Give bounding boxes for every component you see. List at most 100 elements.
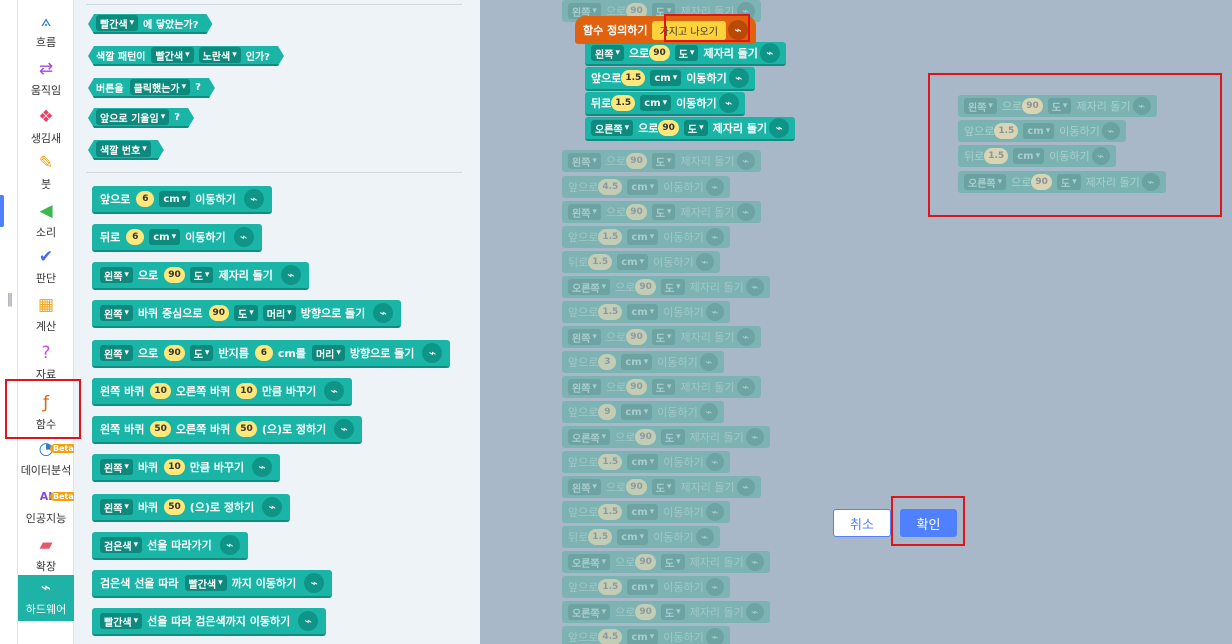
dropdown[interactable]: 도 bbox=[651, 153, 676, 169]
dropdown[interactable]: cm bbox=[627, 229, 659, 245]
dropdown[interactable]: 도 bbox=[651, 379, 676, 395]
judge-block[interactable]: 색깔 번호 bbox=[88, 140, 164, 160]
dropdown[interactable]: cm bbox=[617, 529, 649, 545]
category-extension[interactable]: ▰ 확장 bbox=[18, 534, 74, 574]
dropdown[interactable]: 오른쪽 bbox=[568, 604, 611, 620]
number-input[interactable]: 90 bbox=[626, 329, 647, 345]
number-input[interactable]: 90 bbox=[635, 279, 656, 295]
dropdown[interactable]: 오른쪽 bbox=[568, 554, 611, 570]
dropdown[interactable]: 클릭했는가 bbox=[130, 79, 191, 95]
dropdown[interactable]: 도 bbox=[651, 479, 676, 495]
dropdown[interactable]: cm bbox=[149, 229, 181, 245]
number-input[interactable]: 6 bbox=[136, 191, 155, 207]
dropdown[interactable]: 왼쪽 bbox=[100, 459, 133, 475]
dropdown[interactable]: 왼쪽 bbox=[100, 305, 133, 321]
resize-grip-icon[interactable]: ‖ bbox=[6, 292, 14, 316]
category-flow[interactable]: ⟑ 흐름 bbox=[18, 10, 74, 50]
dropdown[interactable]: 머리 bbox=[311, 345, 345, 361]
dropdown[interactable]: 머리 bbox=[262, 305, 296, 321]
dropdown[interactable]: 왼쪽 bbox=[568, 153, 601, 169]
confirm-button[interactable]: 확인 bbox=[900, 509, 957, 537]
dropdown[interactable]: 도 bbox=[660, 554, 685, 570]
number-input[interactable]: 9 bbox=[598, 404, 617, 420]
dropdown[interactable]: 왼쪽 bbox=[100, 267, 133, 283]
dropdown[interactable]: 왼쪽 bbox=[568, 379, 601, 395]
dropdown[interactable]: 오른쪽 bbox=[568, 429, 611, 445]
number-input[interactable]: 1.5 bbox=[598, 504, 623, 520]
function-body-block[interactable]: 왼쪽 으로90도 제자리 돌기⌁ bbox=[585, 42, 786, 66]
dropdown[interactable]: 도 bbox=[660, 279, 685, 295]
category-sound[interactable]: ◀ 소리 bbox=[18, 200, 74, 240]
number-input[interactable]: 90 bbox=[164, 267, 185, 283]
function-body-block[interactable]: 앞으로1.5cm 이동하기⌁ bbox=[585, 67, 755, 91]
dropdown[interactable]: 도 bbox=[234, 305, 258, 321]
dropdown[interactable]: 도 bbox=[660, 604, 685, 620]
number-input[interactable]: 1.5 bbox=[598, 229, 623, 245]
dropdown[interactable]: cm bbox=[621, 404, 653, 420]
dropdown[interactable]: 왼쪽 bbox=[591, 45, 624, 61]
command-block[interactable]: 왼쪽 으로 90도 반지름 6 cm를 머리 방향으로 돌기 ⌁ bbox=[92, 340, 451, 368]
number-input[interactable]: 1.5 bbox=[588, 254, 613, 270]
dropdown[interactable]: cm bbox=[159, 191, 191, 207]
dropdown[interactable]: 빨간색 bbox=[96, 15, 138, 31]
command-block[interactable]: 왼쪽 바퀴 10 오른쪽 바퀴 10 만큼 바꾸기 ⌁ bbox=[92, 378, 353, 406]
number-input[interactable]: 90 bbox=[635, 604, 656, 620]
number-input[interactable]: 6 bbox=[126, 229, 145, 245]
command-block[interactable]: 왼쪽 바퀴 50 (으)로 정하기 ⌁ bbox=[92, 494, 291, 522]
dropdown[interactable]: 왼쪽 bbox=[568, 329, 601, 345]
dropdown[interactable]: 도 bbox=[189, 267, 214, 283]
category-calc[interactable]: ▦ 계산 bbox=[18, 294, 74, 334]
dropdown[interactable]: cm bbox=[627, 454, 659, 470]
dropdown[interactable]: 왼쪽 bbox=[568, 479, 601, 495]
category-looks[interactable]: ❖ 생김새 bbox=[18, 106, 74, 146]
dropdown[interactable]: cm bbox=[617, 254, 649, 270]
judge-block[interactable]: 빨간색 에 닿았는가? bbox=[88, 14, 212, 34]
function-body-block[interactable]: 오른쪽 으로90도 제자리 돌기⌁ bbox=[585, 117, 796, 141]
number-input[interactable]: 10 bbox=[150, 383, 171, 399]
category-data[interactable]: ? 자료 bbox=[18, 342, 74, 382]
category-move[interactable]: ⇄ 움직임 bbox=[18, 58, 74, 98]
number-input[interactable]: 90 bbox=[626, 379, 647, 395]
command-block[interactable]: 뒤로 6cm 이동하기 ⌁ bbox=[92, 224, 262, 252]
judge-block[interactable]: 버튼을 클릭했는가? bbox=[88, 78, 215, 98]
dropdown[interactable]: cm bbox=[640, 95, 672, 111]
dropdown[interactable]: cm bbox=[627, 629, 659, 644]
command-block[interactable]: 검은색 선을 따라 빨간색 까지 이동하기 ⌁ bbox=[92, 570, 333, 598]
number-input[interactable]: 90 bbox=[626, 479, 647, 495]
dropdown[interactable]: 왼쪽 bbox=[568, 204, 601, 220]
dropdown[interactable]: 검은색 bbox=[100, 537, 143, 553]
dropdown[interactable]: 앞으로 기울임 bbox=[96, 109, 169, 125]
category-analysis[interactable]: ◔ 데이터분석 Beta bbox=[18, 438, 77, 478]
command-block[interactable]: 앞으로 6cm 이동하기 ⌁ bbox=[92, 186, 272, 214]
number-input[interactable]: 4.5 bbox=[598, 629, 623, 644]
command-block[interactable]: 왼쪽 바퀴 중심으로 90도머리 방향으로 돌기 ⌁ bbox=[92, 300, 402, 328]
dropdown[interactable]: 도 bbox=[674, 45, 699, 61]
number-input[interactable]: 4.5 bbox=[598, 179, 623, 195]
number-input[interactable]: 10 bbox=[236, 383, 257, 399]
number-input[interactable]: 90 bbox=[658, 120, 679, 136]
dropdown[interactable]: 오른쪽 bbox=[591, 120, 634, 136]
dropdown[interactable]: cm bbox=[621, 354, 653, 370]
number-input[interactable]: 1.5 bbox=[588, 529, 613, 545]
dropdown[interactable]: cm bbox=[650, 70, 682, 86]
number-input[interactable]: 1.5 bbox=[598, 579, 623, 595]
dropdown[interactable]: 도 bbox=[683, 120, 708, 136]
dropdown[interactable]: 색깔 번호 bbox=[96, 141, 151, 157]
number-input[interactable]: 90 bbox=[649, 45, 670, 61]
command-block[interactable]: 왼쪽 바퀴 50 오른쪽 바퀴 50 (으)로 정하기 ⌁ bbox=[92, 416, 363, 444]
number-input[interactable]: 1.5 bbox=[598, 304, 623, 320]
judge-block[interactable]: 앞으로 기울임? bbox=[88, 108, 194, 128]
command-block[interactable]: 왼쪽 바퀴 10 만큼 바꾸기 ⌁ bbox=[92, 454, 281, 482]
number-input[interactable]: 50 bbox=[164, 499, 185, 515]
dropdown[interactable]: 도 bbox=[651, 329, 676, 345]
number-input[interactable]: 3 bbox=[598, 354, 617, 370]
number-input[interactable]: 50 bbox=[150, 421, 171, 437]
number-input[interactable]: 90 bbox=[164, 345, 185, 361]
dropdown[interactable]: 왼쪽 bbox=[100, 345, 133, 361]
function-body-block[interactable]: 뒤로1.5cm 이동하기⌁ bbox=[585, 92, 745, 116]
number-input[interactable]: 90 bbox=[635, 554, 656, 570]
number-input[interactable]: 10 bbox=[164, 459, 185, 475]
dropdown[interactable]: cm bbox=[627, 179, 659, 195]
dropdown[interactable]: 왼쪽 bbox=[100, 499, 133, 515]
number-input[interactable]: 90 bbox=[626, 204, 647, 220]
